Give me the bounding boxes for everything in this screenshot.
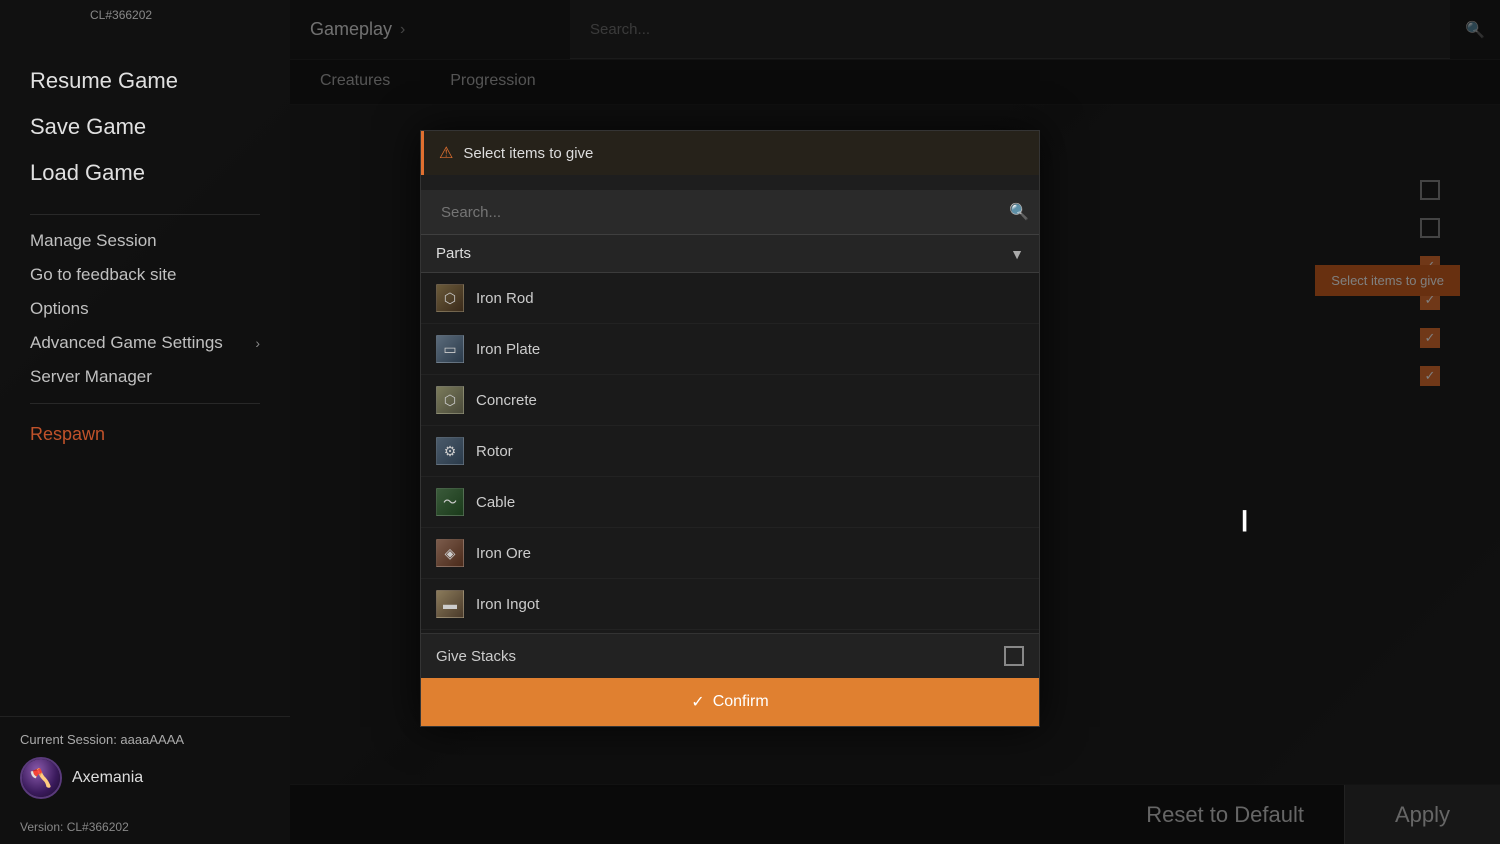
iron-ingot-icon: ▬ — [436, 590, 464, 618]
warning-icon: ⚠ — [439, 143, 453, 163]
modal-search-icon: 🔍 — [1009, 202, 1029, 222]
iron-plate-icon: ▭ — [436, 335, 464, 363]
sidebar-item-advanced-game-settings[interactable]: Advanced Game Settings › — [30, 327, 260, 359]
list-item-concrete[interactable]: ⬡ Concrete — [421, 375, 1039, 426]
modal-dropdown-label: Parts — [436, 245, 471, 262]
list-item-iron-plate[interactable]: ▭ Iron Plate — [421, 324, 1039, 375]
cable-label: Cable — [476, 494, 515, 511]
give-items-text: Select items to give — [463, 145, 593, 162]
sidebar-divider-1 — [30, 214, 260, 215]
sidebar-item-feedback[interactable]: Go to feedback site — [30, 259, 260, 291]
sidebar-item-server-manager[interactable]: Server Manager — [30, 361, 260, 393]
list-item-iron-ore[interactable]: ◈ Iron Ore — [421, 528, 1039, 579]
confirm-button[interactable]: ✓ Confirm — [421, 678, 1039, 726]
sidebar-item-manage-session[interactable]: Manage Session — [30, 225, 260, 257]
user-info: 🪓 Axemania — [20, 757, 270, 799]
sidebar-item-options[interactable]: Options — [30, 293, 260, 325]
version-bottom-label: Version: CL#366202 — [0, 820, 290, 844]
list-item-iron-rod[interactable]: ⬡ Iron Rod — [421, 273, 1039, 324]
chevron-down-icon: ▼ — [1010, 246, 1024, 262]
username-label: Axemania — [72, 769, 143, 787]
main-menu: Resume Game Save Game Load Game — [0, 40, 290, 204]
give-items-banner: ⚠ Select items to give — [421, 131, 1039, 175]
avatar: 🪓 — [20, 757, 62, 799]
sidebar-item-load-game[interactable]: Load Game — [30, 152, 260, 194]
iron-rod-label: Iron Rod — [476, 290, 534, 307]
sidebar-divider-2 — [30, 403, 260, 404]
concrete-icon: ⬡ — [436, 386, 464, 414]
current-session-label: Current Session: aaaaAAAA — [20, 732, 270, 747]
sidebar-bottom: Current Session: aaaaAAAA 🪓 Axemania — [0, 716, 290, 814]
avatar-inner: 🪓 — [22, 759, 60, 797]
modal-overlay: ⚠ Select items to give 🔍 Parts ▼ ⬡ Iron … — [290, 0, 1500, 844]
give-stacks-checkbox[interactable] — [1004, 646, 1024, 666]
list-item-reinforced-iron-plate[interactable]: ▣ Reinforced Iron Plate — [421, 630, 1039, 633]
modal-dropdown[interactable]: Parts ▼ — [421, 235, 1039, 273]
cable-icon: 〜 — [436, 488, 464, 516]
sidebar-item-respawn[interactable]: Respawn — [0, 414, 290, 455]
iron-rod-icon: ⬡ — [436, 284, 464, 312]
chevron-right-icon: › — [255, 335, 260, 351]
iron-ore-icon: ◈ — [436, 539, 464, 567]
list-item-iron-ingot[interactable]: ▬ Iron Ingot — [421, 579, 1039, 630]
give-items-modal: ⚠ Select items to give 🔍 Parts ▼ ⬡ Iron … — [420, 130, 1040, 727]
rotor-icon: ⚙ — [436, 437, 464, 465]
sidebar-item-resume-game[interactable]: Resume Game — [30, 60, 260, 102]
modal-search-bar: 🔍 — [421, 190, 1039, 235]
sidebar-item-save-game[interactable]: Save Game — [30, 106, 260, 148]
modal-item-list: ⬡ Iron Rod ▭ Iron Plate ⬡ Concrete ⚙ Rot… — [421, 273, 1039, 633]
iron-plate-label: Iron Plate — [476, 341, 540, 358]
confirm-check-icon: ✓ — [691, 692, 704, 712]
iron-ore-label: Iron Ore — [476, 545, 531, 562]
list-item-cable[interactable]: 〜 Cable — [421, 477, 1039, 528]
version-top: CL#366202 — [90, 8, 152, 22]
modal-search-input[interactable] — [431, 204, 1009, 221]
give-stacks-row: Give Stacks — [421, 633, 1039, 678]
give-stacks-label: Give Stacks — [436, 648, 516, 665]
sidebar: Resume Game Save Game Load Game Manage S… — [0, 0, 290, 844]
confirm-label: Confirm — [713, 693, 769, 711]
list-item-rotor[interactable]: ⚙ Rotor — [421, 426, 1039, 477]
rotor-label: Rotor — [476, 443, 513, 460]
iron-ingot-label: Iron Ingot — [476, 596, 539, 613]
concrete-label: Concrete — [476, 392, 537, 409]
secondary-menu: Manage Session Go to feedback site Optio… — [0, 225, 290, 393]
